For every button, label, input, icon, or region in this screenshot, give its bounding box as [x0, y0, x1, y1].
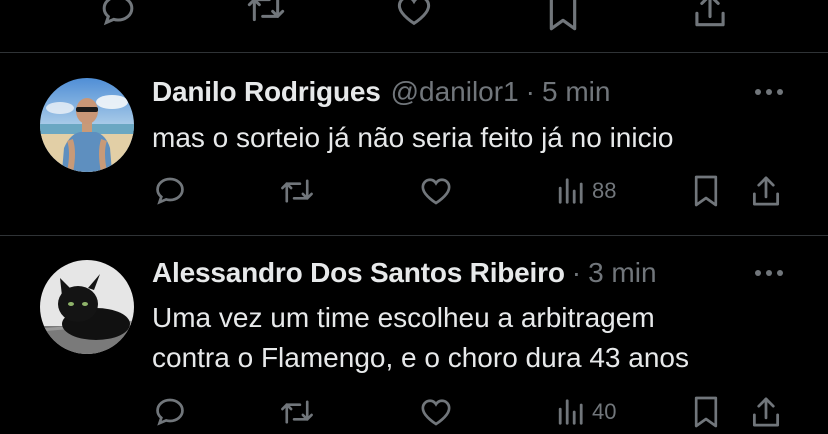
reply-icon	[152, 173, 188, 209]
bookmark-button[interactable]	[692, 173, 720, 209]
post[interactable]: Alessandro Dos Santos Ribeiro · 3 min Um…	[0, 236, 828, 434]
share-button[interactable]	[750, 173, 782, 209]
share-button[interactable]	[692, 0, 728, 30]
share-button[interactable]	[750, 394, 782, 430]
post-text: Uma vez um time escolheu a arbitragem co…	[152, 298, 792, 378]
share-icon	[750, 173, 782, 209]
more-button[interactable]	[753, 268, 785, 278]
reply-icon	[152, 394, 188, 430]
more-icon	[753, 268, 785, 278]
like-button[interactable]	[418, 173, 454, 209]
views-button[interactable]: 88	[556, 173, 616, 209]
bookmark-button[interactable]	[692, 394, 720, 430]
like-icon	[418, 173, 454, 209]
post-header: Alessandro Dos Santos Ribeiro · 3 min	[152, 256, 657, 290]
previous-post-action-bar	[0, 0, 828, 52]
more-icon	[753, 87, 785, 97]
post-time[interactable]: 5 min	[542, 75, 610, 109]
views-count: 40	[592, 399, 617, 424]
reply-icon	[98, 0, 138, 30]
post-text-line: Uma vez um time escolheu a arbitragem	[152, 302, 655, 333]
avatar[interactable]	[40, 78, 134, 172]
views-icon	[556, 173, 584, 209]
post[interactable]: Danilo Rodrigues @danilor1 · 5 min mas o…	[0, 53, 828, 235]
like-button[interactable]	[418, 394, 454, 430]
reply-button[interactable]	[98, 0, 138, 30]
bookmark-icon	[692, 394, 720, 430]
like-button[interactable]	[394, 0, 434, 30]
author-name[interactable]: Alessandro Dos Santos Ribeiro	[152, 256, 565, 290]
views-count: 88	[592, 178, 617, 203]
share-icon	[692, 0, 728, 30]
views-button[interactable]: 40	[556, 394, 616, 430]
bookmark-button[interactable]	[546, 0, 580, 32]
reply-button[interactable]	[152, 394, 188, 430]
author-name[interactable]: Danilo Rodrigues	[152, 75, 381, 109]
like-icon	[394, 0, 434, 30]
bookmark-icon	[692, 173, 720, 209]
repost-icon	[278, 173, 316, 209]
reply-button[interactable]	[152, 173, 188, 209]
like-icon	[418, 394, 454, 430]
post-text-line: contra o Flamengo, e o choro dura 43 ano…	[152, 342, 690, 373]
meta-separator: ·	[525, 76, 535, 107]
author-handle[interactable]: @danilor1	[391, 75, 519, 109]
repost-button[interactable]	[278, 173, 316, 209]
share-icon	[750, 394, 782, 430]
views-icon	[556, 394, 584, 430]
post-time[interactable]: 3 min	[588, 256, 656, 290]
post-header: Danilo Rodrigues @danilor1 · 5 min	[152, 75, 610, 109]
post-text: mas o sorteio já não seria feito já no i…	[152, 122, 674, 153]
repost-icon	[278, 394, 316, 430]
repost-button[interactable]	[278, 394, 316, 430]
repost-button[interactable]	[244, 0, 288, 28]
bookmark-icon	[546, 0, 580, 32]
more-button[interactable]	[753, 87, 785, 97]
repost-icon	[244, 0, 288, 28]
meta-separator: ·	[571, 257, 582, 288]
avatar[interactable]	[40, 260, 134, 354]
